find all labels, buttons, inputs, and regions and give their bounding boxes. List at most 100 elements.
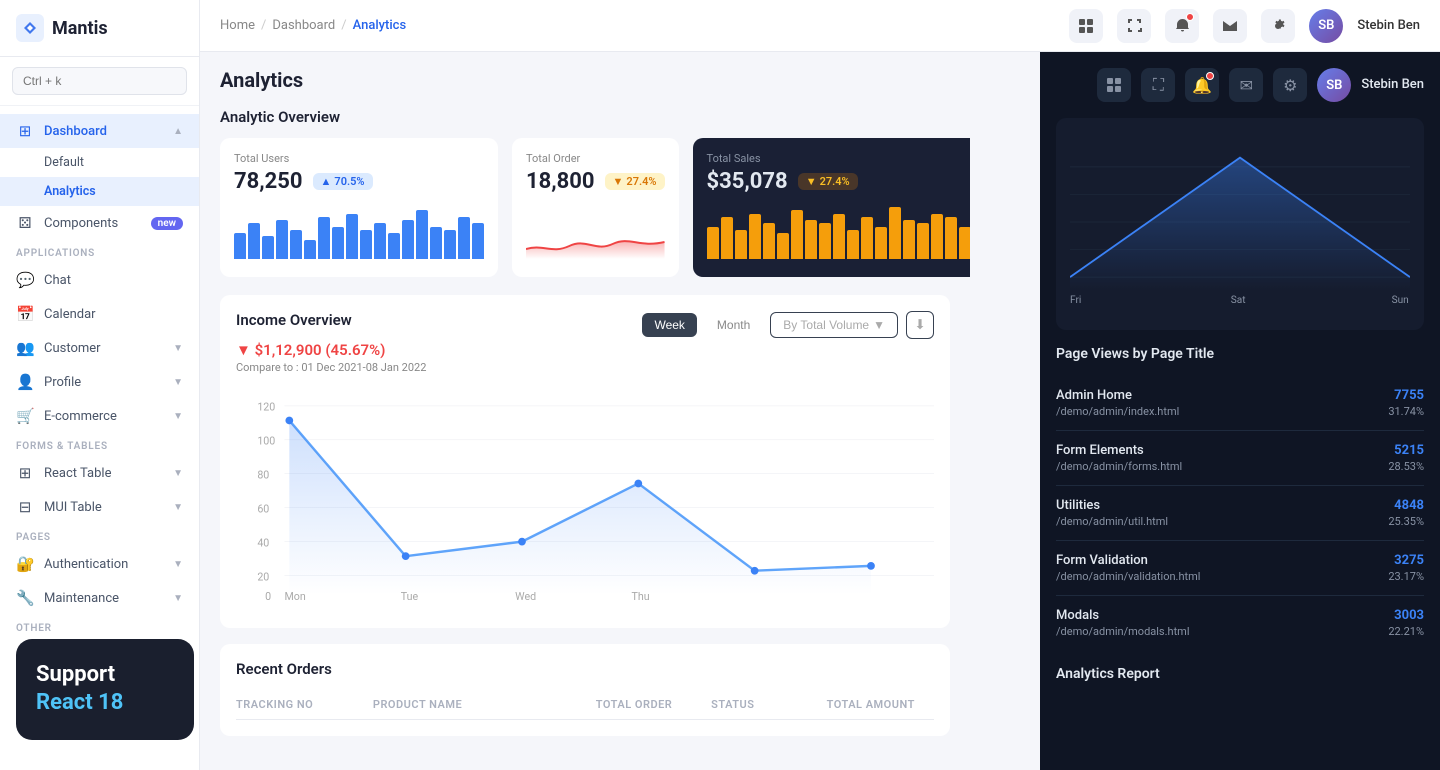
th-status: STATUS [711, 698, 818, 711]
sidebar-item-components[interactable]: ⚄ Components new [0, 206, 199, 240]
pv-pct: 25.35% [1388, 515, 1424, 528]
pv-count: 3275 [1394, 553, 1424, 568]
users-bar-chart [234, 204, 484, 259]
sidebar-item-mui-table[interactable]: ⊟ MUI Table ▼ [0, 490, 199, 524]
pv-path: /demo/admin/util.html [1056, 515, 1168, 528]
pv-count: 7755 [1394, 388, 1424, 403]
chat-icon: 💬 [16, 271, 34, 289]
pv-name: Utilities [1056, 498, 1100, 513]
card-label-users: Total Users [234, 152, 484, 165]
th-tracking: TRACKING NO [236, 698, 365, 711]
bar-blue [430, 227, 442, 260]
table-header: TRACKING NO PRODUCT NAME TOTAL ORDER STA… [236, 690, 934, 720]
dark-income-chart: Fri Sat Sun [1070, 132, 1410, 312]
notifications-icon-button[interactable] [1165, 9, 1199, 43]
card-label-sales: Total Sales [707, 152, 970, 165]
dark-settings-button[interactable]: ⚙ [1273, 68, 1307, 102]
bar-blue [234, 233, 246, 259]
arrow-down-icon: ▼ [613, 175, 624, 188]
breadcrumb-sep-2: / [341, 18, 346, 33]
mail-icon-button[interactable] [1213, 9, 1247, 43]
dropdown-arrow-icon: ▼ [873, 318, 885, 332]
pv-name: Admin Home [1056, 388, 1132, 403]
svg-text:60: 60 [257, 503, 269, 516]
sidebar-item-authentication[interactable]: 🔐 Authentication ▼ [0, 547, 199, 581]
sidebar-item-profile[interactable]: 👤 Profile ▼ [0, 365, 199, 399]
pv-count: 3003 [1394, 608, 1424, 623]
month-button[interactable]: Month [705, 313, 762, 337]
dark-apps-button[interactable] [1097, 68, 1131, 102]
react-table-icon: ⊞ [16, 464, 34, 482]
dark-screen-button[interactable]: ⛶ [1141, 68, 1175, 102]
svg-text:Thu: Thu [632, 590, 650, 603]
bar-yellow [875, 227, 887, 260]
user-avatar[interactable]: SB [1309, 9, 1343, 43]
page-view-item[interactable]: Form Elements 5215 /demo/admin/forms.htm… [1056, 431, 1424, 486]
search-input[interactable] [12, 67, 187, 95]
settings-icon-button[interactable] [1261, 9, 1295, 43]
sidebar-item-react-table[interactable]: ⊞ React Table ▼ [0, 456, 199, 490]
page-view-item[interactable]: Utilities 4848 /demo/admin/util.html 25.… [1056, 486, 1424, 541]
fullscreen-icon-button[interactable] [1117, 9, 1151, 43]
arrow-up-icon: ▲ [321, 175, 332, 188]
header-right: SB Stebin Ben [1069, 9, 1420, 43]
chevron-down-icon: ▼ [173, 343, 183, 354]
sidebar-item-dashboard[interactable]: ⊞ Dashboard ▲ [0, 114, 199, 148]
dashboard-icon: ⊞ [16, 122, 34, 140]
bar-blue [444, 230, 456, 259]
fullscreen-icon [1127, 18, 1142, 33]
apps-icon-button[interactable] [1069, 9, 1103, 43]
components-icon: ⚄ [16, 214, 34, 232]
svg-text:120: 120 [257, 401, 275, 414]
sidebar-item-analytics[interactable]: Analytics [0, 177, 199, 206]
download-button[interactable]: ⬇ [906, 311, 934, 339]
chevron-down-icon-5: ▼ [173, 502, 183, 513]
support-text-line2: React 18 [36, 689, 174, 718]
th-product: PRODUCT NAME [373, 698, 588, 711]
support-popup[interactable]: Support React 18 [16, 639, 194, 740]
apps-icon [1078, 18, 1094, 34]
sidebar-item-chat[interactable]: 💬 Chat [0, 263, 199, 297]
page-view-item[interactable]: Admin Home 7755 /demo/admin/index.html 3… [1056, 376, 1424, 431]
week-button[interactable]: Week [642, 313, 696, 337]
pv-count: 4848 [1394, 498, 1424, 513]
card-value-order: 18,800 [526, 169, 595, 194]
recent-orders-title: Recent Orders [236, 660, 934, 678]
card-label-order: Total Order [526, 152, 665, 165]
svg-text:80: 80 [257, 469, 269, 482]
volume-dropdown-button[interactable]: By Total Volume ▼ [770, 312, 898, 338]
sidebar-item-customer[interactable]: 👥 Customer ▼ [0, 331, 199, 365]
page-view-item[interactable]: Modals 3003 /demo/admin/modals.html 22.2… [1056, 596, 1424, 650]
bar-yellow [777, 233, 789, 259]
customer-icon: 👥 [16, 339, 34, 357]
sidebar-item-maintenance[interactable]: 🔧 Maintenance ▼ [0, 581, 199, 615]
bar-yellow [889, 207, 901, 259]
chevron-down-icon-4: ▼ [173, 468, 183, 479]
pv-name: Form Validation [1056, 553, 1148, 568]
sidebar-item-ecommerce[interactable]: 🛒 E-commerce ▼ [0, 399, 199, 433]
dark-bell-button[interactable]: 🔔 [1185, 68, 1219, 102]
top-header: Home / Dashboard / Analytics [200, 0, 1440, 52]
bar-blue [360, 230, 372, 259]
page-view-item[interactable]: Form Validation 3275 /demo/admin/validat… [1056, 541, 1424, 596]
bar-yellow [903, 220, 915, 259]
bar-yellow [819, 223, 831, 259]
income-header: Income Overview ▼ $1,12,900 (45.67%) Com… [236, 311, 934, 374]
breadcrumb-sep-1: / [261, 18, 266, 33]
calendar-icon: 📅 [16, 305, 34, 323]
sidebar-logo[interactable]: Mantis [0, 0, 199, 57]
svg-text:Fri: Fri [1070, 295, 1081, 306]
breadcrumb-current: Analytics [353, 18, 407, 33]
chevron-down-icon-7: ▼ [173, 593, 183, 604]
pv-pct: 31.74% [1388, 405, 1424, 418]
bar-blue [304, 240, 316, 260]
recent-orders-section: Recent Orders TRACKING NO PRODUCT NAME T… [220, 644, 950, 736]
breadcrumb-home[interactable]: Home [220, 18, 255, 33]
dark-mail-button[interactable]: ✉ [1229, 68, 1263, 102]
bar-yellow [847, 230, 859, 259]
sidebar-item-default[interactable]: Default [0, 148, 199, 177]
dark-user-avatar[interactable]: SB [1317, 68, 1351, 102]
sidebar-item-calendar[interactable]: 📅 Calendar [0, 297, 199, 331]
pv-path: /demo/admin/modals.html [1056, 625, 1190, 638]
breadcrumb-dashboard[interactable]: Dashboard [272, 18, 335, 33]
